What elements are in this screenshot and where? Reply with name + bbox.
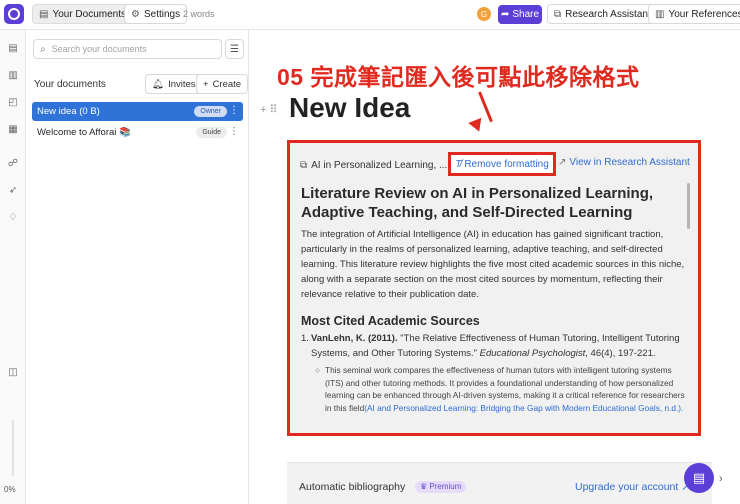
remove-formatting-label: Remove formatting bbox=[464, 158, 549, 170]
upgrade-account-link[interactable]: Upgrade your account ↗ bbox=[575, 481, 690, 493]
bell-icon: 🔔︎ bbox=[152, 78, 165, 90]
premium-badge: ♛ Premium bbox=[415, 481, 467, 493]
filter-button[interactable]: ☰ bbox=[225, 39, 244, 59]
document-icon: ▤ bbox=[39, 8, 49, 20]
automatic-bibliography-panel: Automatic bibliography ♛ Premium Upgrade… bbox=[287, 462, 712, 504]
documents-icon[interactable]: ▤ bbox=[6, 42, 20, 56]
user-initial: G bbox=[480, 9, 488, 19]
note-intro: The integration of Artificial Intelligen… bbox=[301, 229, 685, 300]
reference-text: VanLehn, K. (2011). "The Relative Effect… bbox=[311, 331, 685, 361]
reference-item: 1. VanLehn, K. (2011). "The Relative Eff… bbox=[301, 331, 685, 361]
invites-button[interactable]: 🔔︎ Invites bbox=[145, 74, 203, 94]
bullet-icon: ○ bbox=[315, 365, 321, 375]
filter-icon: ☰ bbox=[230, 43, 239, 55]
chevron-right-icon[interactable]: › bbox=[719, 473, 723, 485]
note-block-header: ⧉ AI in Personalized Learning, ... T̸ Re… bbox=[300, 152, 696, 176]
document-title: New idea (0 B) bbox=[37, 106, 100, 117]
book-icon: ▥ bbox=[655, 8, 665, 20]
reference-details: , 46(4), 197-221. bbox=[585, 348, 656, 359]
view-link-label: View in Research Assistant bbox=[569, 157, 690, 168]
research-assistant-icon: ⧉ bbox=[554, 8, 562, 20]
settings-label: Settings bbox=[143, 8, 181, 20]
settings-button[interactable]: ⚙ Settings bbox=[124, 4, 188, 24]
view-in-research-assistant-link[interactable]: ↗ View in Research Assistant bbox=[558, 157, 690, 168]
library-icon[interactable]: ▥ bbox=[6, 69, 20, 83]
search-input[interactable] bbox=[51, 44, 212, 54]
your-documents-button[interactable]: ▤ Your Documents bbox=[32, 4, 134, 24]
reference-number: 1. bbox=[301, 333, 309, 344]
note-heading: Literature Review on AI in Personalized … bbox=[301, 185, 654, 221]
bibliography-title: Automatic bibliography bbox=[299, 481, 406, 493]
share-icon: ➦ bbox=[500, 9, 510, 20]
research-assistant-button[interactable]: ⧉ Research Assistant bbox=[547, 4, 658, 24]
external-link-icon: ↗ bbox=[558, 157, 567, 168]
team-icon[interactable]: ☍ bbox=[6, 157, 20, 171]
imported-note-block[interactable]: ⧉ AI in Personalized Learning, ... T̸ Re… bbox=[287, 140, 701, 436]
storage-icon[interactable]: ◫ bbox=[6, 366, 20, 380]
create-label: Create bbox=[212, 78, 242, 90]
document-item-new-idea[interactable]: New idea (0 B) Owner ⋮ bbox=[32, 102, 243, 121]
share-label: Share bbox=[512, 9, 540, 20]
editor-area: 05 完成筆記匯入後可點此移除格式 + ⠿ New Idea ⧉ AI in P… bbox=[250, 30, 740, 504]
block-drag-handle-icon[interactable]: + ⠿ bbox=[260, 103, 278, 116]
block-scrollbar[interactable] bbox=[687, 183, 690, 229]
app-window: ▤ Your Documents ⚙ Settings 2 words G ➦ … bbox=[0, 0, 740, 504]
logo-mark bbox=[8, 8, 20, 20]
search-icon: ⌕ bbox=[40, 43, 46, 55]
storage-progress-track bbox=[12, 420, 14, 476]
citation-link[interactable]: (AI and Personalized Learning: Bridging … bbox=[364, 403, 683, 413]
invites-label: Invites bbox=[168, 78, 196, 90]
icon-rail: ▤ ▥ ◰ ▦ ☍ ➶ ♢ ◫ 0% D測 bbox=[0, 30, 26, 504]
gear-icon: ⚙ bbox=[131, 8, 140, 20]
word-count: 2 words bbox=[183, 9, 215, 19]
reference-note-text: This seminal work compares the effective… bbox=[325, 364, 685, 414]
reference-author: VanLehn, K. (2011). bbox=[311, 333, 398, 344]
share-button[interactable]: ➦ Share bbox=[498, 5, 542, 24]
premium-label: Premium bbox=[429, 482, 462, 491]
page-title[interactable]: New Idea bbox=[289, 92, 410, 124]
guide-badge: Guide bbox=[196, 127, 227, 138]
more-options-icon[interactable]: ⋮ bbox=[229, 125, 239, 139]
plus-icon: + bbox=[203, 78, 209, 90]
research-assistant-label: Research Assistant bbox=[565, 8, 651, 20]
note-content[interactable]: Literature Review on AI in Personalized … bbox=[301, 184, 685, 414]
documents-section-label: Your documents bbox=[34, 79, 106, 90]
your-documents-label: Your Documents bbox=[52, 8, 127, 20]
document-title: Welcome to Afforai 📚 bbox=[37, 127, 131, 138]
documents-sidebar: ⌕ ☰ Your documents 🔔︎ Invites + Create N… bbox=[26, 30, 249, 504]
reference-journal: Educational Psychologist bbox=[479, 348, 586, 359]
clear-format-icon: T̸ bbox=[455, 158, 462, 170]
user-avatar[interactable]: G bbox=[477, 7, 491, 21]
note-source-icon: ⧉ bbox=[300, 159, 308, 171]
chat-icon[interactable]: ◰ bbox=[6, 96, 20, 110]
your-references-label: Your References bbox=[668, 8, 740, 20]
storage-progress-label: 0% bbox=[4, 485, 16, 494]
reference-note: ○ This seminal work compares the effecti… bbox=[315, 364, 685, 414]
note-section-heading: Most Cited Academic Sources bbox=[301, 314, 480, 328]
more-options-icon[interactable]: ⋮ bbox=[229, 104, 239, 118]
your-references-button[interactable]: ▥ Your References bbox=[648, 4, 740, 24]
chat-support-button[interactable]: ▤ bbox=[684, 463, 714, 493]
create-button[interactable]: + Create bbox=[196, 74, 249, 94]
apps-icon[interactable]: ▦ bbox=[6, 123, 20, 137]
annotation-arrow-head bbox=[468, 117, 486, 135]
top-bar: ▤ Your Documents ⚙ Settings 2 words G ➦ … bbox=[0, 0, 740, 30]
app-logo[interactable] bbox=[4, 4, 24, 24]
search-box[interactable]: ⌕ bbox=[33, 39, 222, 59]
document-item-welcome[interactable]: Welcome to Afforai 📚 Guide ⋮ bbox=[32, 123, 243, 142]
note-source-title: AI in Personalized Learning, ... bbox=[311, 159, 448, 171]
owner-badge: Owner bbox=[194, 106, 227, 117]
tutorial-annotation: 05 完成筆記匯入後可點此移除格式 bbox=[277, 64, 640, 90]
remove-formatting-button[interactable]: T̸ Remove formatting bbox=[448, 152, 556, 176]
chat-bubble-icon: ▤ bbox=[692, 470, 706, 485]
diamond-icon[interactable]: ♢ bbox=[6, 211, 20, 225]
rocket-icon[interactable]: ➶ bbox=[6, 184, 20, 198]
